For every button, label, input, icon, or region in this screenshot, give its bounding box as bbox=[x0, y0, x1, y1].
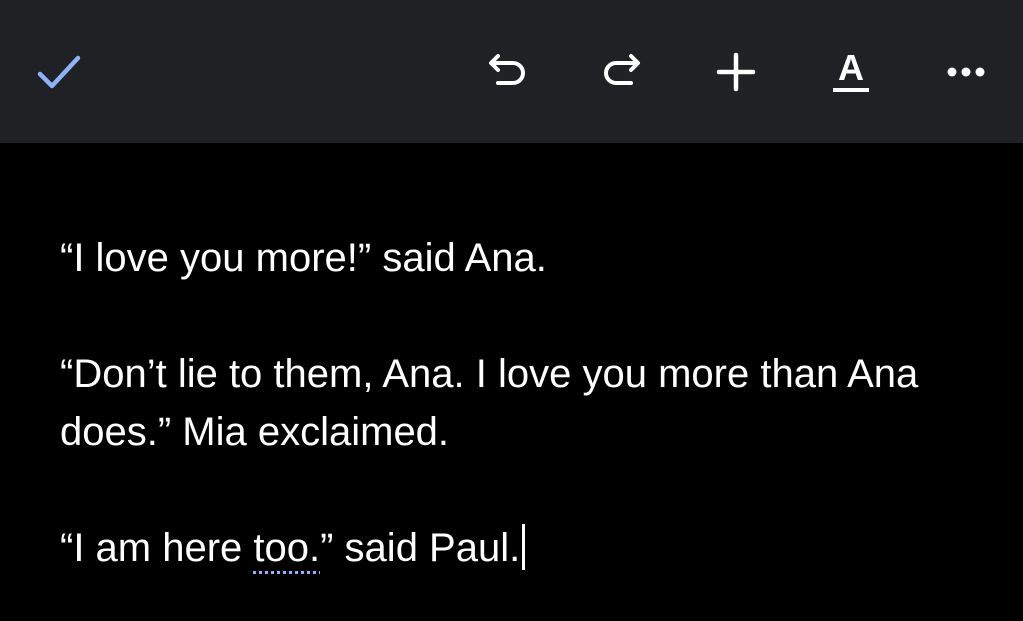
document-editor[interactable]: “I love you more!” said Ana. “Don’t lie … bbox=[0, 143, 1023, 621]
checkmark-icon bbox=[37, 55, 81, 89]
paragraph-text: “I am here bbox=[60, 526, 254, 570]
text-format-icon: A bbox=[833, 48, 869, 92]
text-format-glyph: A bbox=[838, 48, 864, 88]
text-cursor bbox=[522, 524, 526, 570]
plus-icon bbox=[716, 52, 756, 92]
redo-button[interactable] bbox=[591, 42, 651, 102]
paragraph[interactable]: “I am here too.” said Paul. bbox=[60, 519, 980, 577]
paragraph[interactable]: “Don’t lie to them, Ana. I love you more… bbox=[60, 345, 980, 461]
paragraph-text: ” said Paul. bbox=[320, 526, 521, 570]
insert-button[interactable] bbox=[706, 42, 766, 102]
more-options-button[interactable] bbox=[936, 42, 996, 102]
redo-icon bbox=[604, 54, 640, 85]
text-format-button[interactable]: A bbox=[821, 42, 881, 102]
spelling-flagged-word[interactable]: too. bbox=[253, 526, 320, 570]
paragraph[interactable]: “I love you more!” said Ana. bbox=[60, 229, 980, 287]
undo-icon bbox=[489, 54, 525, 85]
document-body[interactable]: “I love you more!” said Ana. “Don’t lie … bbox=[60, 229, 980, 577]
done-button[interactable] bbox=[28, 42, 88, 102]
more-horizontal-icon bbox=[947, 67, 985, 77]
editor-toolbar: A bbox=[0, 0, 1023, 143]
undo-button[interactable] bbox=[478, 42, 538, 102]
